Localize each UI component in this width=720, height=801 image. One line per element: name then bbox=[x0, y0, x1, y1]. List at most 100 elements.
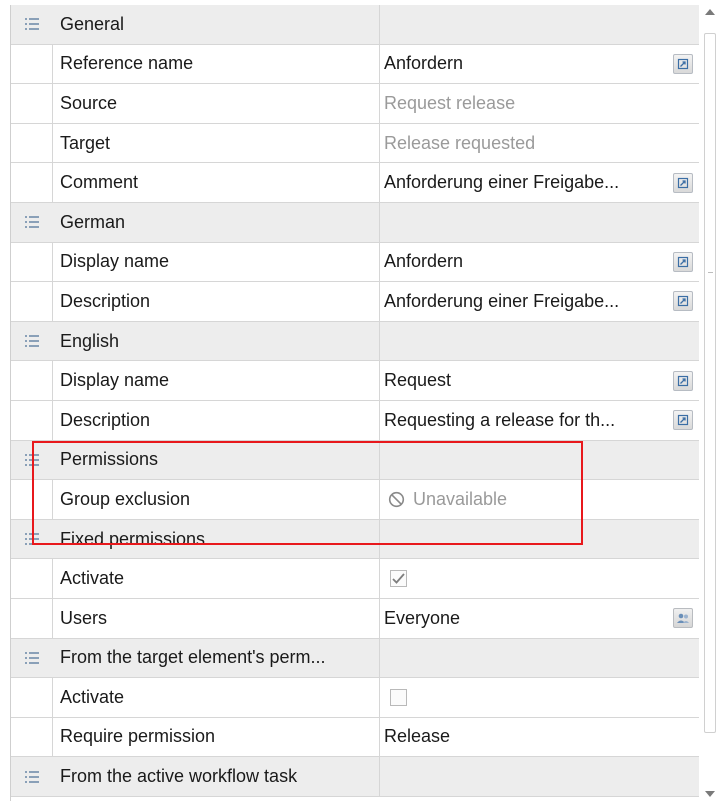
property-value: Anforderung einer Freigabe... bbox=[384, 172, 620, 193]
property-row-group-exclusion[interactable]: Group exclusion Unavailable bbox=[11, 480, 699, 520]
section-value bbox=[380, 5, 699, 44]
section-header-from-the-active-workflow-task[interactable]: From the active workflow task bbox=[11, 757, 699, 797]
property-name: Users bbox=[53, 598, 380, 638]
section-value bbox=[380, 520, 699, 559]
property-value: Anfordern bbox=[384, 251, 464, 272]
property-name: Reference name bbox=[53, 44, 380, 84]
property-value-cell[interactable]: Anforderung einer Freigabe... bbox=[380, 163, 699, 202]
list-icon bbox=[11, 520, 53, 559]
edit-button[interactable] bbox=[673, 53, 693, 74]
property-value-cell[interactable]: Anfordern bbox=[380, 243, 699, 282]
property-name: Require permission bbox=[53, 717, 380, 757]
row-gutter bbox=[11, 163, 53, 202]
list-icon bbox=[11, 639, 53, 678]
property-row-source[interactable]: Source Request release bbox=[11, 84, 699, 124]
section-header-fixed-permissions[interactable]: Fixed permissions bbox=[11, 519, 699, 560]
property-row-target[interactable]: Target Release requested bbox=[11, 123, 699, 164]
edit-button[interactable] bbox=[673, 370, 693, 391]
property-row-activate[interactable]: Activate bbox=[11, 678, 699, 718]
property-value: Release requested bbox=[384, 132, 536, 153]
vertical-scrollbar[interactable] bbox=[702, 5, 718, 801]
section-title: Permissions bbox=[53, 440, 380, 480]
property-value: Anfordern bbox=[384, 53, 464, 74]
edit-button[interactable] bbox=[673, 291, 693, 312]
property-value-cell[interactable]: Request bbox=[380, 361, 699, 400]
row-gutter bbox=[11, 598, 53, 638]
property-value-cell[interactable]: Requesting a release for th... bbox=[380, 401, 699, 440]
section-header-general[interactable]: General bbox=[11, 5, 699, 45]
row-gutter bbox=[11, 678, 53, 717]
edit-icon bbox=[677, 295, 689, 307]
property-row-require-permission[interactable]: Require permission Release bbox=[11, 717, 699, 758]
list-icon bbox=[11, 5, 53, 44]
property-name: Activate bbox=[53, 678, 380, 717]
property-name: Comment bbox=[53, 163, 380, 202]
section-header-from-the-target-element-s-perm[interactable]: From the target element's perm... bbox=[11, 638, 699, 679]
edit-button[interactable] bbox=[673, 251, 693, 272]
section-title: General bbox=[53, 5, 380, 44]
scroll-up-icon[interactable] bbox=[705, 9, 715, 15]
scroll-grip-icon bbox=[708, 272, 713, 273]
section-header-permissions[interactable]: Permissions bbox=[11, 440, 699, 481]
section-title: Fixed permissions bbox=[53, 519, 380, 559]
edit-icon bbox=[677, 256, 689, 268]
property-name: Group exclusion bbox=[53, 480, 380, 519]
property-value-cell[interactable]: Release requested bbox=[380, 124, 699, 163]
section-value bbox=[380, 203, 699, 242]
row-gutter bbox=[11, 242, 53, 282]
property-name: Description bbox=[53, 400, 380, 440]
activate-checkbox[interactable] bbox=[390, 688, 407, 706]
row-gutter bbox=[11, 480, 53, 519]
property-value-cell[interactable]: Release bbox=[380, 718, 699, 757]
property-row-display-name[interactable]: Display name Request bbox=[11, 361, 699, 401]
edit-icon bbox=[677, 414, 689, 426]
property-name: Target bbox=[53, 123, 380, 163]
scroll-down-icon[interactable] bbox=[705, 791, 715, 797]
row-gutter bbox=[11, 123, 53, 163]
property-value: Everyone bbox=[384, 607, 461, 628]
edit-icon bbox=[677, 58, 689, 70]
edit-button[interactable] bbox=[673, 172, 693, 193]
property-row-reference-name[interactable]: Reference name Anfordern bbox=[11, 44, 699, 85]
property-name: Display name bbox=[53, 361, 380, 400]
section-title: From the target element's perm... bbox=[53, 638, 380, 678]
edit-button[interactable] bbox=[673, 410, 693, 431]
row-gutter bbox=[11, 84, 53, 123]
property-row-users[interactable]: Users Everyone bbox=[11, 598, 699, 639]
list-icon bbox=[11, 757, 53, 796]
property-value-cell[interactable]: Request release bbox=[380, 84, 699, 123]
property-value-cell[interactable] bbox=[380, 678, 699, 717]
section-title: English bbox=[53, 321, 380, 361]
property-grid: General Reference name Anfordern Source Requ… bbox=[10, 5, 699, 801]
section-header-german[interactable]: German bbox=[11, 202, 699, 243]
property-value-cell[interactable]: Anfordern bbox=[380, 45, 699, 84]
row-gutter bbox=[11, 361, 53, 400]
property-row-description[interactable]: Description Anforderung einer Freigabe... bbox=[11, 282, 699, 322]
edit-icon bbox=[677, 375, 689, 387]
property-value: Request bbox=[384, 370, 452, 391]
property-row-description[interactable]: Description Requesting a release for th..… bbox=[11, 400, 699, 441]
section-header-english[interactable]: English bbox=[11, 321, 699, 362]
property-value: Release bbox=[384, 726, 451, 747]
property-name: Activate bbox=[53, 559, 380, 598]
property-name: Source bbox=[53, 84, 380, 123]
property-name: Description bbox=[53, 282, 380, 321]
property-value-cell[interactable]: Anforderung einer Freigabe... bbox=[380, 282, 699, 321]
property-value-cell[interactable]: Everyone bbox=[380, 599, 699, 638]
select-users-button[interactable] bbox=[673, 608, 693, 629]
section-value bbox=[380, 639, 699, 678]
property-value: Anforderung einer Freigabe... bbox=[384, 290, 620, 311]
activate-checkbox[interactable] bbox=[390, 570, 407, 588]
row-gutter bbox=[11, 282, 53, 321]
property-row-comment[interactable]: Comment Anforderung einer Freigabe... bbox=[11, 163, 699, 203]
checkmark-icon bbox=[392, 573, 405, 584]
section-value bbox=[380, 322, 699, 361]
row-gutter bbox=[11, 717, 53, 757]
property-value-cell[interactable] bbox=[380, 559, 699, 598]
row-gutter bbox=[11, 559, 53, 598]
property-value-cell[interactable]: Unavailable bbox=[380, 480, 699, 519]
property-row-display-name[interactable]: Display name Anfordern bbox=[11, 242, 699, 283]
users-icon bbox=[676, 612, 690, 624]
scroll-thumb[interactable] bbox=[704, 33, 716, 733]
property-row-activate[interactable]: Activate bbox=[11, 559, 699, 599]
